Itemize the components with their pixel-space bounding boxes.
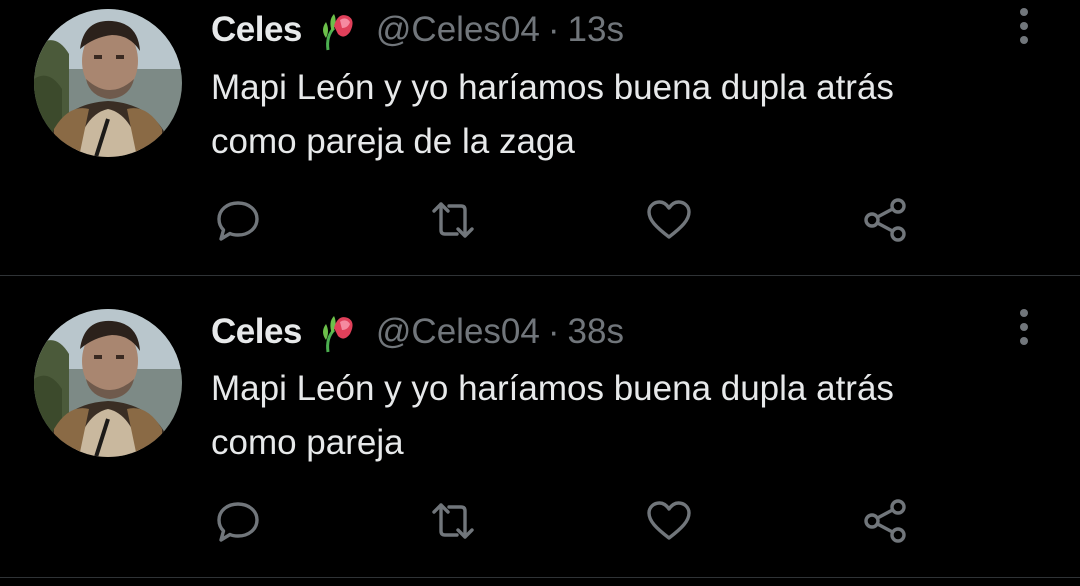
share-button[interactable] xyxy=(860,195,910,245)
username-handle[interactable]: @Celes04 xyxy=(376,312,540,352)
retweet-button[interactable] xyxy=(428,195,478,245)
avatar[interactable] xyxy=(34,309,182,457)
tweet-text-line: como pareja xyxy=(211,423,404,462)
more-options-icon[interactable] xyxy=(1014,6,1034,46)
display-name[interactable]: Celes xyxy=(211,10,302,50)
tweet-text-line: como pareja de la zaga xyxy=(211,122,575,161)
like-icon xyxy=(647,200,691,239)
reply-button[interactable] xyxy=(213,195,263,245)
like-icon xyxy=(647,501,691,540)
separator-dot: · xyxy=(547,312,560,351)
tweet-actions xyxy=(0,496,1080,546)
retweet-icon xyxy=(432,202,474,238)
tweet-actions xyxy=(0,195,1080,245)
more-options-icon[interactable] xyxy=(1014,307,1034,347)
wilted-flower-icon xyxy=(320,8,356,52)
tweet[interactable]: Celes @Celes04 · 13s Mapi León y yo harí… xyxy=(0,0,1080,275)
timestamp[interactable]: 38s xyxy=(568,312,624,352)
retweet-button[interactable] xyxy=(428,496,478,546)
tweet-text: Mapi León y yo haríamos buena dupla atrá… xyxy=(211,61,1051,169)
username-handle[interactable]: @Celes04 xyxy=(376,10,540,50)
tweet-feed: Celes @Celes04 · 13s Mapi León y yo harí… xyxy=(0,0,1080,586)
wilted-flower-icon xyxy=(320,310,356,354)
tweet-text: Mapi León y yo haríamos buena dupla atrá… xyxy=(211,362,1051,470)
like-button[interactable] xyxy=(644,496,694,546)
tweet-header: Celes @Celes04 · 13s xyxy=(211,8,624,52)
timestamp[interactable]: 13s xyxy=(568,10,624,50)
avatar[interactable] xyxy=(34,9,182,157)
tweet-header: Celes @Celes04 · 38s xyxy=(211,310,624,354)
tweet[interactable]: Celes @Celes04 · 38s Mapi León y yo harí… xyxy=(0,276,1080,577)
reply-icon xyxy=(217,502,259,542)
tweet-divider xyxy=(0,577,1080,578)
display-name[interactable]: Celes xyxy=(211,312,302,352)
retweet-icon xyxy=(432,503,474,539)
share-icon xyxy=(864,198,906,242)
reply-button[interactable] xyxy=(213,496,263,546)
tweet-text-line: Mapi León y yo haríamos buena dupla atrá… xyxy=(211,369,894,408)
separator-dot: · xyxy=(547,10,560,49)
share-icon xyxy=(864,499,906,543)
share-button[interactable] xyxy=(860,496,910,546)
reply-icon xyxy=(217,201,259,241)
like-button[interactable] xyxy=(644,195,694,245)
tweet-text-line: Mapi León y yo haríamos buena dupla atrá… xyxy=(211,68,894,107)
